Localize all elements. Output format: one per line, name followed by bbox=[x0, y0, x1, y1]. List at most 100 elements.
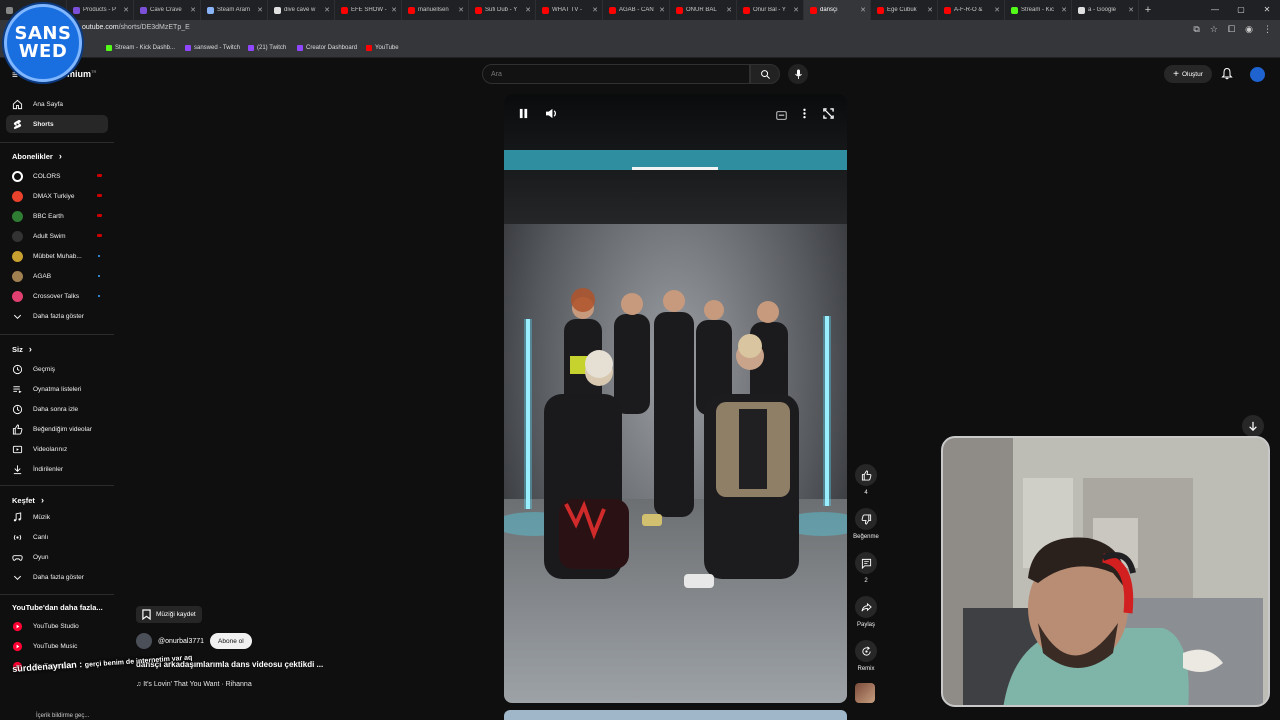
url-field[interactable]: outube.com/shorts/DE3dMzETp_E bbox=[82, 24, 190, 31]
notifications-button[interactable] bbox=[1221, 67, 1233, 85]
remix-action[interactable]: Remix bbox=[852, 640, 880, 672]
bookmark-item[interactable]: Stream - Kick Dashb... bbox=[106, 45, 175, 51]
tab-favicon-icon bbox=[1078, 6, 1085, 14]
you-header[interactable]: Siz › bbox=[12, 344, 32, 354]
close-tab-icon[interactable]: ✕ bbox=[1061, 6, 1067, 14]
captions-button[interactable] bbox=[776, 107, 787, 125]
browser-tab[interactable]: AGAB - CAN ✕ bbox=[603, 0, 670, 20]
sidebar-item-game[interactable]: Oyun bbox=[6, 548, 108, 566]
browser-tab[interactable]: ONUR BAL ✕ bbox=[670, 0, 737, 20]
pause-button[interactable] bbox=[518, 106, 529, 124]
profile-icon[interactable]: ◉ bbox=[1245, 24, 1253, 35]
explore-header[interactable]: Keşfet › bbox=[12, 495, 44, 505]
close-tab-icon[interactable]: ✕ bbox=[525, 6, 531, 14]
browser-tab[interactable]: Cave Crave ✕ bbox=[134, 0, 201, 20]
browser-tab[interactable]: WHAT TV - ✕ bbox=[536, 0, 603, 20]
youtube-app-link[interactable]: YouTube Studio bbox=[6, 617, 108, 635]
short-song[interactable]: ♫ It's Lovin' That You Want · Rihanna bbox=[136, 681, 252, 688]
comment-action[interactable]: 2 bbox=[852, 552, 880, 584]
youtube-app-link[interactable]: YouTube Music bbox=[6, 637, 108, 655]
close-tab-icon[interactable]: ✕ bbox=[927, 6, 933, 14]
show-more-explore[interactable]: Daha fazla göster bbox=[6, 568, 108, 586]
browser-tab[interactable]: dive cave w ✕ bbox=[268, 0, 335, 20]
subscription-item[interactable]: AGAB bbox=[6, 267, 108, 285]
maximize-icon[interactable]: ▢ bbox=[1228, 0, 1254, 20]
subscription-item[interactable]: BBC Earth bbox=[6, 207, 108, 225]
close-tab-icon[interactable]: ✕ bbox=[324, 6, 330, 14]
share-action[interactable]: Paylaş bbox=[852, 596, 880, 628]
close-tab-icon[interactable]: ✕ bbox=[190, 6, 196, 14]
volume-button[interactable] bbox=[545, 106, 558, 124]
bookmark-item[interactable]: YouTube bbox=[366, 45, 399, 51]
close-tab-icon[interactable]: ✕ bbox=[592, 6, 598, 14]
browser-tab[interactable]: A-F-R-O & ✕ bbox=[938, 0, 1005, 20]
sound-thumbnail[interactable] bbox=[855, 683, 875, 703]
voice-search-button[interactable] bbox=[788, 64, 808, 84]
browser-tab[interactable]: Onur Bal - Y ✕ bbox=[737, 0, 804, 20]
close-tab-icon[interactable]: ✕ bbox=[257, 6, 263, 14]
account-avatar[interactable] bbox=[1250, 67, 1265, 82]
channel-avatar[interactable] bbox=[136, 633, 152, 649]
dislike-action[interactable]: Beğenme bbox=[852, 508, 880, 540]
extensions-icon[interactable]: ⧠ bbox=[1228, 24, 1235, 35]
close-window-icon[interactable]: ✕ bbox=[1254, 0, 1280, 20]
sidebar-item-home[interactable]: Ana Sayfa bbox=[6, 95, 108, 113]
subscribe-button[interactable]: Abone ol bbox=[210, 633, 252, 649]
browser-tab[interactable]: Steam Aram ✕ bbox=[201, 0, 268, 20]
close-tab-icon[interactable]: ✕ bbox=[793, 6, 799, 14]
sidebar-footer-note[interactable]: İçerik bildirme geç... bbox=[36, 713, 89, 719]
search-button[interactable] bbox=[750, 64, 780, 84]
sidebar-item-like[interactable]: Beğendiğim videolar bbox=[6, 420, 108, 438]
close-tab-icon[interactable]: ✕ bbox=[994, 6, 1000, 14]
browser-tab[interactable]: Ege Cubuk ✕ bbox=[871, 0, 938, 20]
subscription-item[interactable]: Crossover Talks bbox=[6, 287, 108, 305]
more-options-button[interactable] bbox=[802, 106, 807, 124]
bookmark-item[interactable]: sanswed - Twitch bbox=[185, 45, 240, 51]
browser-tab[interactable]: manuellsen ✕ bbox=[402, 0, 469, 20]
fullscreen-button[interactable] bbox=[823, 106, 834, 124]
browser-tab[interactable]: Stream - Kic ✕ bbox=[1005, 0, 1072, 20]
sidebar-item-live[interactable]: Canlı bbox=[6, 528, 108, 546]
sidebar-item-clock[interactable]: Daha sonra izle bbox=[6, 400, 108, 418]
browser-tab[interactable]: EFE SHOW - ✕ bbox=[335, 0, 402, 20]
shorts-video-player[interactable] bbox=[504, 94, 847, 703]
sidebar-item-music[interactable]: Müzik bbox=[6, 508, 108, 526]
subscription-item[interactable]: Adult Swim bbox=[6, 227, 108, 245]
save-music-button[interactable]: Müziği kaydet bbox=[136, 606, 202, 623]
close-tab-icon[interactable]: ✕ bbox=[726, 6, 732, 14]
sidebar-item-playlist[interactable]: Oynatma listeleri bbox=[6, 380, 108, 398]
sidebar-item-label: Shorts bbox=[33, 120, 54, 128]
subscription-item[interactable]: Mübbet Muhab... bbox=[6, 247, 108, 265]
subscriptions-header[interactable]: Abonelikler › bbox=[12, 151, 62, 161]
sidebar-item-history[interactable]: Geçmiş bbox=[6, 360, 108, 378]
create-button[interactable]: + Oluştur bbox=[1164, 65, 1212, 83]
sidebar-item-video[interactable]: Videolarınız bbox=[6, 440, 108, 458]
like-action[interactable]: 4 bbox=[852, 464, 880, 496]
next-short-preview[interactable] bbox=[504, 710, 847, 720]
browser-tab[interactable]: Products - P ✕ bbox=[67, 0, 134, 20]
sidebar-item-shorts[interactable]: Shorts bbox=[6, 115, 108, 133]
browser-tab[interactable]: a - Google ✕ bbox=[1072, 0, 1139, 20]
close-tab-icon[interactable]: ✕ bbox=[458, 6, 464, 14]
subscription-item[interactable]: DMAX Turkiye bbox=[6, 187, 108, 205]
show-more-subscriptions[interactable]: Daha fazla göster bbox=[6, 307, 108, 325]
close-tab-icon[interactable]: ✕ bbox=[391, 6, 397, 14]
minimize-icon[interactable]: — bbox=[1202, 0, 1228, 20]
new-tab-icon[interactable]: + bbox=[1139, 4, 1157, 16]
cast-icon[interactable]: ⧉ bbox=[1193, 24, 1199, 35]
bookmark-item[interactable]: Creator Dashboard bbox=[297, 45, 357, 51]
bookmark-item[interactable]: (21) Twitch bbox=[248, 45, 286, 51]
browser-tab[interactable]: dansçı ✕ bbox=[804, 0, 871, 20]
sidebar-item-download[interactable]: İndirilenler bbox=[6, 460, 108, 478]
menu-kebab-icon[interactable]: ⋮ bbox=[1263, 24, 1272, 35]
channel-handle[interactable]: @onurbal3771 bbox=[158, 638, 204, 645]
close-tab-icon[interactable]: ✕ bbox=[860, 6, 866, 14]
close-tab-icon[interactable]: ✕ bbox=[659, 6, 665, 14]
subscription-item[interactable]: COLORS bbox=[6, 167, 108, 185]
browser-tab[interactable]: Sufi Dub - Y ✕ bbox=[469, 0, 536, 20]
close-tab-icon[interactable]: ✕ bbox=[123, 6, 129, 14]
close-tab-icon[interactable]: ✕ bbox=[1128, 6, 1134, 14]
bookmark-star-icon[interactable]: ☆ bbox=[1210, 24, 1218, 35]
next-short-button[interactable] bbox=[1242, 415, 1264, 437]
search-input[interactable]: Ara bbox=[482, 64, 750, 84]
